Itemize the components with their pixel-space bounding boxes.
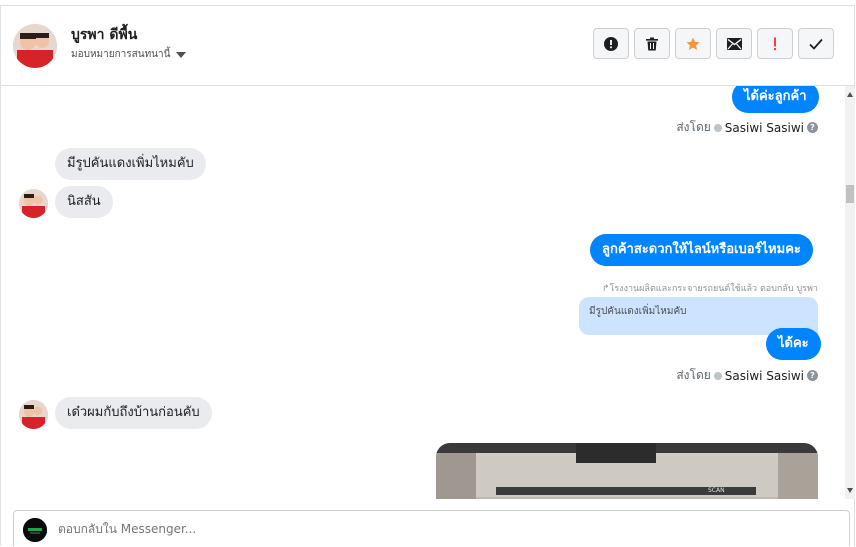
delete-button[interactable] — [634, 28, 670, 59]
help-icon[interactable]: ? — [807, 370, 818, 381]
check-icon — [809, 38, 823, 50]
sent-by-label: ส่งโดย Sasiwi Sasiwi ? — [676, 118, 818, 137]
star-button[interactable] — [675, 28, 711, 59]
mark-unread-button[interactable] — [716, 28, 752, 59]
incoming-message[interactable]: นิสสัน — [55, 186, 113, 218]
envelope-icon — [726, 37, 742, 50]
outgoing-message[interactable]: ได้คะ — [766, 328, 821, 360]
scroll-down-arrow-icon[interactable] — [847, 488, 853, 493]
action-toolbar — [593, 28, 834, 59]
reply-arrow-icon: ↱ — [601, 284, 610, 294]
contact-avatar-small[interactable] — [19, 400, 48, 429]
message-thread[interactable]: ได้ค่ะลูกค้า ส่งโดย Sasiwi Sasiwi ? มีรู… — [1, 86, 844, 499]
outgoing-message[interactable]: ได้ค่ะลูกค้า — [732, 86, 819, 113]
scroll-up-arrow-icon[interactable] — [847, 92, 853, 97]
contact-avatar[interactable] — [13, 24, 57, 68]
agent-name[interactable]: Sasiwi Sasiwi — [725, 369, 804, 383]
trash-icon — [646, 37, 658, 50]
conversation-header: บูรพา ดีพื้น มอบหมายการสนทนานี้ — [1, 6, 854, 86]
contact-name: บูรพา ดีพื้น — [71, 27, 138, 43]
scroll-thumb[interactable] — [846, 185, 854, 203]
star-icon — [686, 37, 700, 50]
help-icon[interactable]: ? — [807, 122, 818, 133]
mark-spam-button[interactable] — [593, 28, 629, 59]
image-attachment[interactable]: SCAN — [436, 443, 818, 499]
chevron-down-icon — [176, 51, 187, 58]
reply-input[interactable] — [58, 511, 758, 547]
follow-up-button[interactable] — [757, 28, 793, 59]
sent-by-label: ส่งโดย Sasiwi Sasiwi ? — [676, 366, 818, 385]
reply-context-note: ↱โรงงานผลิตและกระจายรถยนต์ใช้แล้ว ตอบกลั… — [601, 284, 818, 294]
page-avatar — [23, 518, 47, 542]
alert-circle-icon — [604, 36, 618, 51]
chat-scrollbar[interactable] — [845, 86, 855, 499]
reply-composer — [13, 510, 850, 547]
contact-avatar-small[interactable] — [19, 189, 48, 218]
exclamation-icon — [774, 37, 776, 50]
assign-label: มอบหมายการสนทนานี้ — [71, 49, 171, 60]
incoming-message[interactable]: มีรูปคันแดงเพิ่มไหมคับ — [55, 148, 206, 180]
assign-conversation-dropdown[interactable]: มอบหมายการสนทนานี้ — [71, 47, 187, 62]
photo-badge: SCAN — [708, 487, 725, 494]
outgoing-message[interactable]: ลูกค้าสะดวกให้ไลน์หรือเบอร์ไหมคะ — [590, 234, 813, 266]
page-icon — [713, 371, 722, 380]
agent-name[interactable]: Sasiwi Sasiwi — [725, 121, 804, 135]
incoming-message[interactable]: เด๋วผมกับถึงบ้านก่อนคับ — [55, 397, 212, 429]
mark-done-button[interactable] — [798, 28, 834, 59]
page-icon — [713, 123, 722, 132]
